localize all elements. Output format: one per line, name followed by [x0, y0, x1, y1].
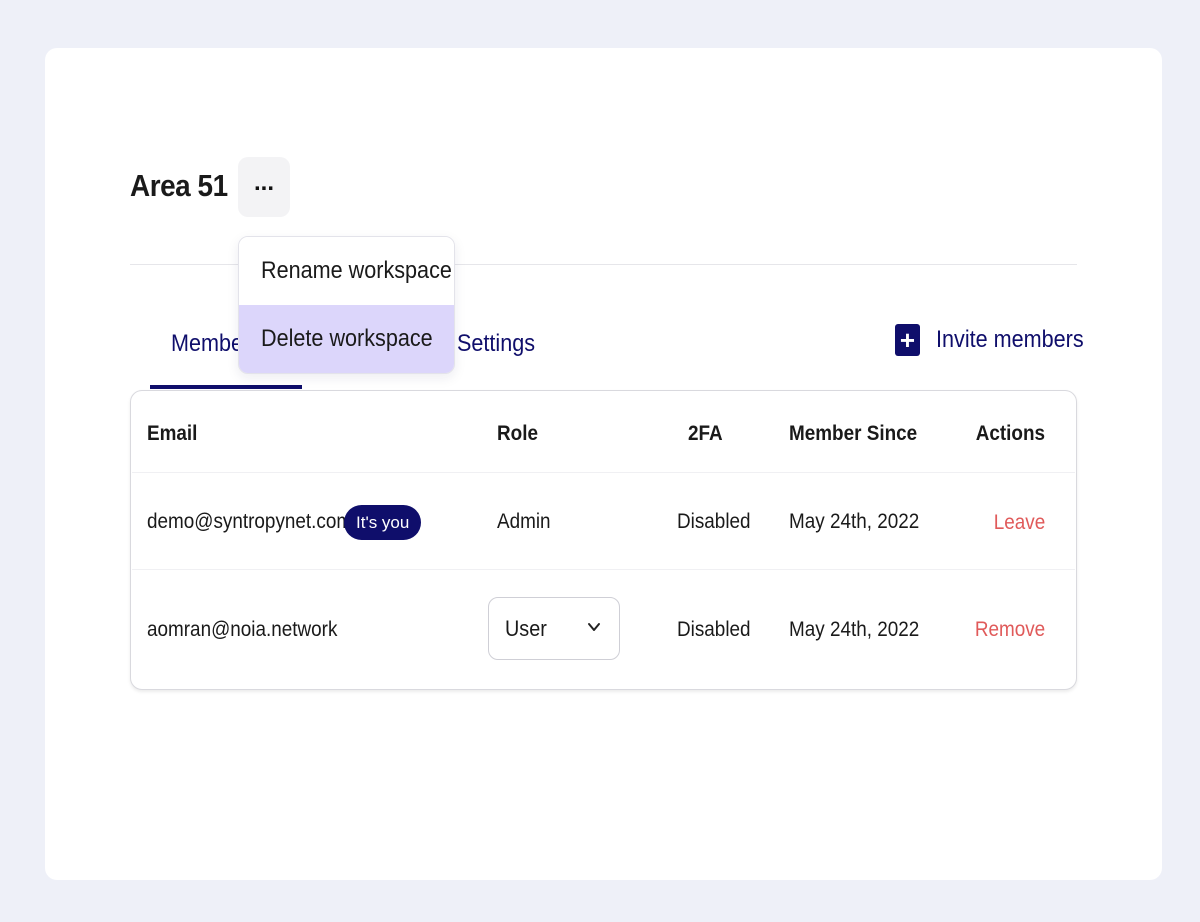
- column-header-member-since: Member Since: [789, 422, 918, 445]
- row-divider: [132, 472, 1075, 473]
- column-header-actions: Actions: [975, 422, 1045, 445]
- remove-button[interactable]: Remove: [975, 618, 1045, 642]
- member-since: May 24th, 2022: [789, 618, 920, 641]
- member-since: May 24th, 2022: [789, 510, 920, 533]
- workspace-title: Area 51: [130, 168, 228, 203]
- member-email: aomran@noia.network: [147, 618, 338, 641]
- menu-item-delete-workspace[interactable]: Delete workspace: [239, 305, 454, 373]
- active-tab-indicator: [150, 385, 302, 389]
- menu-item-label: Rename workspace: [261, 257, 452, 284]
- chevron-down-icon: [588, 623, 600, 631]
- member-2fa: Disabled: [677, 618, 751, 641]
- members-table: Email Role 2FA Member Since Actions demo…: [130, 390, 1077, 690]
- workspace-dropdown-menu: Rename workspace Delete workspace: [238, 236, 455, 374]
- menu-item-label: Delete workspace: [261, 325, 433, 352]
- invite-members-button[interactable]: + Invite members: [895, 324, 1100, 356]
- tab-settings[interactable]: Settings: [457, 330, 535, 358]
- member-2fa: Disabled: [677, 510, 751, 533]
- workspace-more-button[interactable]: ...: [238, 157, 290, 217]
- leave-button[interactable]: Leave: [994, 511, 1045, 535]
- row-divider: [132, 569, 1075, 570]
- menu-item-rename-workspace[interactable]: Rename workspace: [239, 237, 454, 305]
- its-you-badge: It's you: [344, 505, 422, 540]
- plus-icon: +: [895, 324, 920, 356]
- role-select-value: User: [505, 616, 547, 641]
- column-header-email: Email: [147, 422, 198, 445]
- role-select[interactable]: User: [488, 597, 620, 660]
- column-header-role: Role: [497, 422, 538, 445]
- invite-members-label: Invite members: [936, 326, 1084, 353]
- more-icon: ...: [253, 169, 274, 196]
- member-role: Admin: [497, 510, 551, 533]
- member-email: demo@syntropynet.com: [147, 510, 353, 533]
- column-header-2fa: 2FA: [688, 422, 723, 445]
